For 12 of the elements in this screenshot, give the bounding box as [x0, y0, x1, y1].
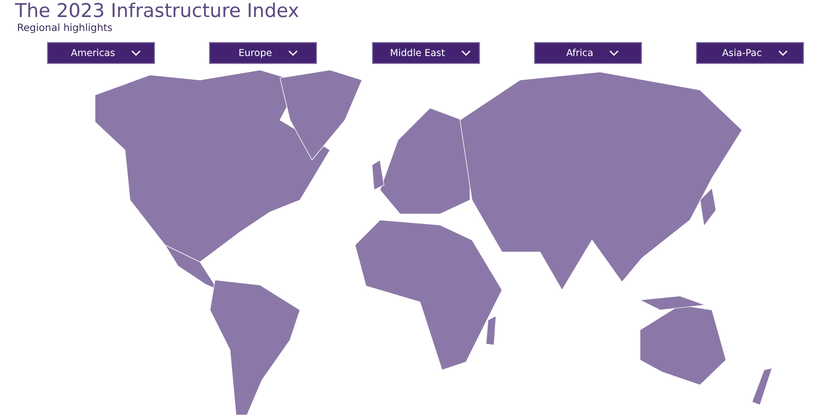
page-title: The 2023 Infrastructure Index [14, 0, 300, 22]
chevron-icon [460, 50, 471, 56]
region-dropdown[interactable]: Asia-Pac [696, 42, 804, 64]
region-dropdown[interactable]: Americas [47, 42, 155, 64]
region-dropdown[interactable]: Europe [209, 42, 318, 64]
page-subtitle: Regional highlights [16, 22, 114, 36]
chevron-icon [609, 50, 620, 56]
chevron-icon [778, 50, 788, 56]
region-dropdown[interactable]: Middle East [372, 42, 480, 64]
chevron-icon [288, 50, 298, 56]
region-dropdown[interactable]: Africa [534, 42, 642, 64]
chevron-icon [131, 50, 142, 56]
